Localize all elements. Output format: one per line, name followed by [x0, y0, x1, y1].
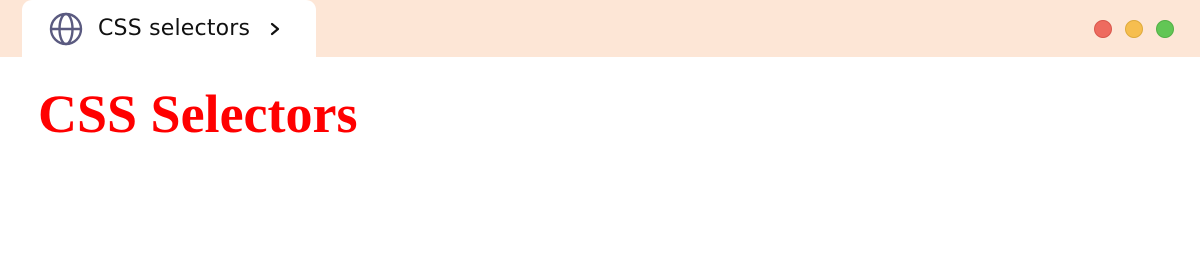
browser-window: CSS selectors CSS Selectors [0, 0, 1200, 268]
close-window-button[interactable] [1094, 20, 1112, 38]
minimize-window-button[interactable] [1125, 20, 1143, 38]
maximize-window-button[interactable] [1156, 20, 1174, 38]
tab-css-selectors[interactable]: CSS selectors [22, 0, 316, 57]
chevron-right-icon[interactable] [268, 20, 282, 38]
title-bar: CSS selectors [0, 0, 1200, 57]
window-controls [1094, 20, 1174, 38]
globe-icon [48, 11, 84, 47]
tab-title: CSS selectors [98, 16, 251, 41]
page-content: CSS Selectors [0, 57, 1200, 268]
page-title: CSS Selectors [38, 84, 358, 144]
